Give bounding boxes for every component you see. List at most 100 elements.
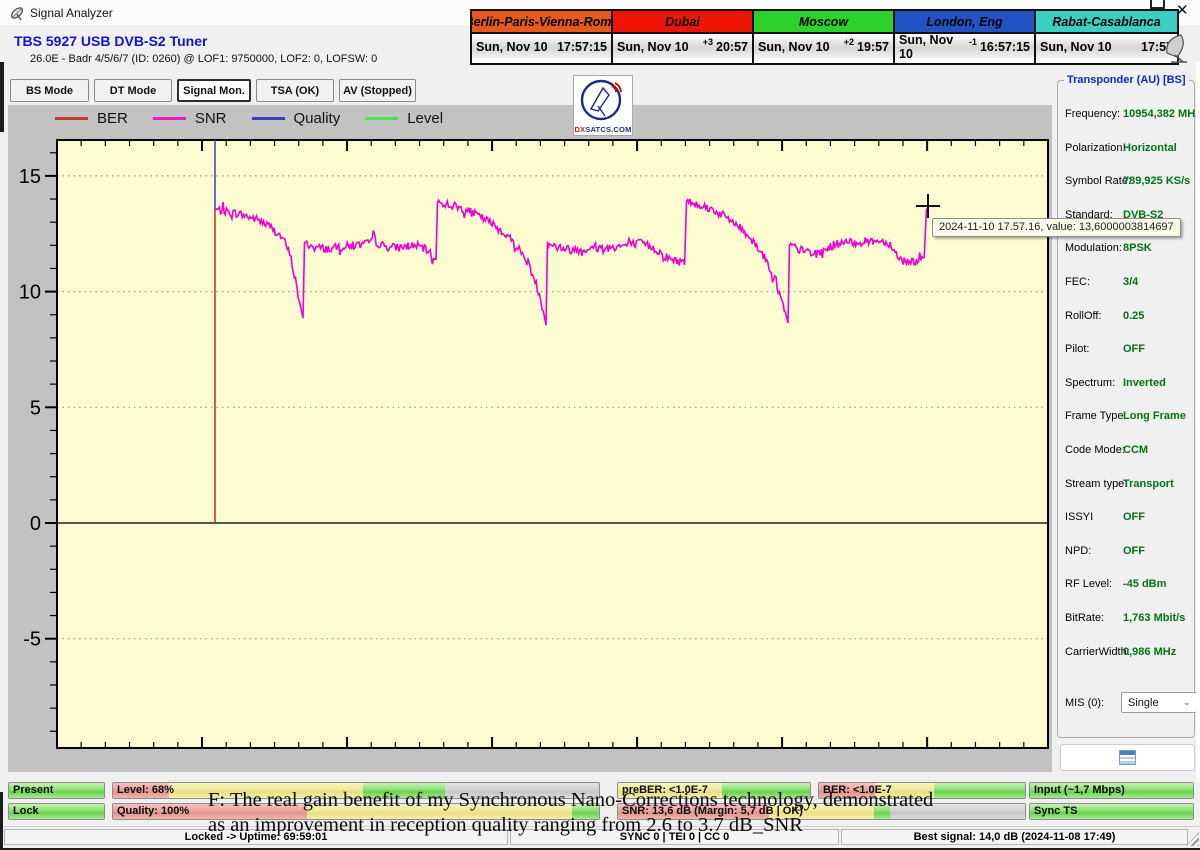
bar-label: Lock [13,805,39,817]
device-title: TBS 5927 USB DVB-S2 Tuner [14,33,207,49]
list-icon [1119,750,1136,765]
transport-list-button[interactable] [1060,744,1195,771]
transponder-panel-title: Transponder (AU) [BS] [1064,74,1189,86]
clock-datetime: Sun, Nov 10+219:57 [754,34,893,59]
clock-date: Sun, Nov 10 [476,40,548,54]
field-value: OFF [1123,343,1145,355]
field-label: Spectrum: [1065,377,1115,389]
bar-label: Input (~1,7 Mbps) [1034,784,1125,796]
transponder-row-stream-type: Stream type:Transport [1065,478,1191,492]
world-clocks-panel: Berlin-Paris-Vienna-RomaSun, Nov 1017:57… [470,9,1179,65]
clock-datetime: Sun, Nov 10 17:57:15 [472,34,611,59]
chevron-down-icon: ⌄ [1183,697,1191,708]
field-value: 0.25 [1123,310,1144,322]
clock-city: Moscow [754,11,893,34]
tab-bs-mode[interactable]: BS Mode [10,79,89,102]
chart-caption: F: The real gain benefit of my Synchrono… [208,788,933,838]
transponder-row-frame-type: Frame Type:Long Frame [1065,410,1191,424]
field-label: NPD: [1065,545,1091,557]
signal-plot[interactable]: 151050-5 [8,105,1052,772]
transponder-row-npd: NPD:OFF [1065,545,1191,559]
field-value: -45 dBm [1123,578,1166,590]
field-label: ISSYI [1065,511,1093,523]
field-label: Pilot: [1065,343,1089,355]
clock-city: Berlin-Paris-Vienna-Roma [472,11,611,34]
transponder-row-symbol-rate: Symbol Rate:789,925 KS/s [1065,175,1191,189]
dxsatcs-logo-graphic [574,76,630,122]
clock-datetime: Sun, Nov 10+320:57 [613,34,752,59]
transponder-row-rf-level: RF Level: -45 dBm [1065,578,1191,592]
bar-lock: Lock [8,803,105,820]
field-value: OFF [1123,511,1145,523]
clock-city: London, Eng [895,11,1034,34]
field-label: Frame Type: [1065,410,1127,422]
bar-zone-green [934,783,1025,798]
field-label: RF Level: [1065,578,1112,590]
dxsatcs-logo-text: DXSATCS.COM [574,125,632,134]
transponder-row-frequency: Frequency:10954,382 MHz [1065,108,1191,122]
field-label: Symbol Rate: [1065,175,1131,187]
tab-signal-mon-[interactable]: Signal Mon. [177,79,251,102]
svg-text:15: 15 [19,166,41,188]
field-label: Stream type: [1065,478,1127,490]
clock-datetime: Sun, Nov 1017:57 [1036,34,1177,59]
transponder-row-issyi: ISSYI OFF [1065,511,1191,525]
field-label: BitRate: [1065,612,1104,624]
clock-utc-offset: +2 [844,37,854,47]
field-label: Frequency: [1065,108,1120,120]
bar-present: Present [8,782,105,799]
clock-date: Sun, Nov 10 [617,40,689,54]
chart-panel: BERSNRQualityLevel 151050-5 F: The real … [8,105,1052,772]
window-edge [1196,62,1200,782]
transponder-row-carrierwidth: CarrierWidth:0,986 MHz [1065,646,1191,660]
bar-label: Sync TS [1034,805,1077,817]
maximize-button[interactable] [1150,0,1165,9]
field-value: CCM [1123,444,1148,456]
signal-analyzer-window: Signal Analyzer ✕ TBS 5927 USB DVB-S2 Tu… [0,0,1200,850]
transponder-row-fec: FEC: 3/4 [1065,276,1191,290]
field-value: 8PSK [1123,242,1152,254]
bar-label: Present [13,784,53,796]
clock-1: Berlin-Paris-Vienna-Roma Sun, Nov 10 17:57… [472,11,613,63]
bar-input-1-7-mbps: Input (~1,7 Mbps) [1029,782,1194,799]
caption-line-1: F: The real gain benefit of my Synchrono… [208,788,933,813]
clock-datetime: Sun, Nov 10-116:57:15 [895,34,1034,59]
satellite-dish-icon [1161,31,1197,63]
field-label: Polarization: [1065,142,1126,154]
field-label: Modulation: [1065,242,1122,254]
field-value: Inverted [1123,377,1166,389]
tuning-info: 26.0E - Badr 4/5/6/7 (ID: 0260) @ LOF1: … [30,53,377,65]
field-label: Code Mode: [1065,444,1125,456]
field-value: 0,986 MHz [1123,646,1176,658]
field-value: Horizontal [1123,142,1177,154]
clock-utc-offset: -1 [969,37,977,47]
field-label: CarrierWidth: [1065,646,1130,658]
transponder-row-polarization: Polarization:Horizontal [1065,142,1191,156]
field-value: Long Frame [1123,410,1186,422]
clock-utc-offset: +3 [703,37,713,47]
tab-av-stopped-[interactable]: AV (Stopped) [339,79,416,102]
window-edge [0,792,3,848]
field-value: 3/4 [1123,276,1138,288]
clock-time: 16:57:15 [980,40,1030,54]
transponder-row-code-mode: Code Mode:CCM [1065,444,1191,458]
clock-2: DubaiSun, Nov 10+320:57 [613,11,754,63]
clock-city: Dubai [613,11,752,34]
window-title: Signal Analyzer [30,6,113,20]
tab-dt-mode[interactable]: DT Mode [94,79,172,102]
clock-3: MoscowSun, Nov 10+219:57 [754,11,895,63]
dxsatcs-logo: DXSATCS.COM [573,75,633,136]
clock-5: Rabat-CasablancaSun, Nov 1017:57 [1036,11,1177,63]
bar-sync-ts: Sync TS [1029,803,1194,820]
clock-time: 17:57:15 [557,40,607,54]
caption-line-2: as an improvement in reception quality r… [208,813,933,838]
transponder-row-pilot: Pilot: OFF [1065,343,1191,357]
tab-tsa-ok-[interactable]: TSA (OK) [256,79,334,102]
svg-text:10: 10 [19,282,41,304]
field-label: FEC: [1065,276,1090,288]
svg-text:-5: -5 [23,629,41,651]
svg-text:5: 5 [30,397,41,419]
transponder-row-modulation: Modulation:8PSK [1065,242,1191,256]
bar-label: Level: 68% [117,784,174,796]
mis-select[interactable]: Single⌄ [1121,692,1197,713]
